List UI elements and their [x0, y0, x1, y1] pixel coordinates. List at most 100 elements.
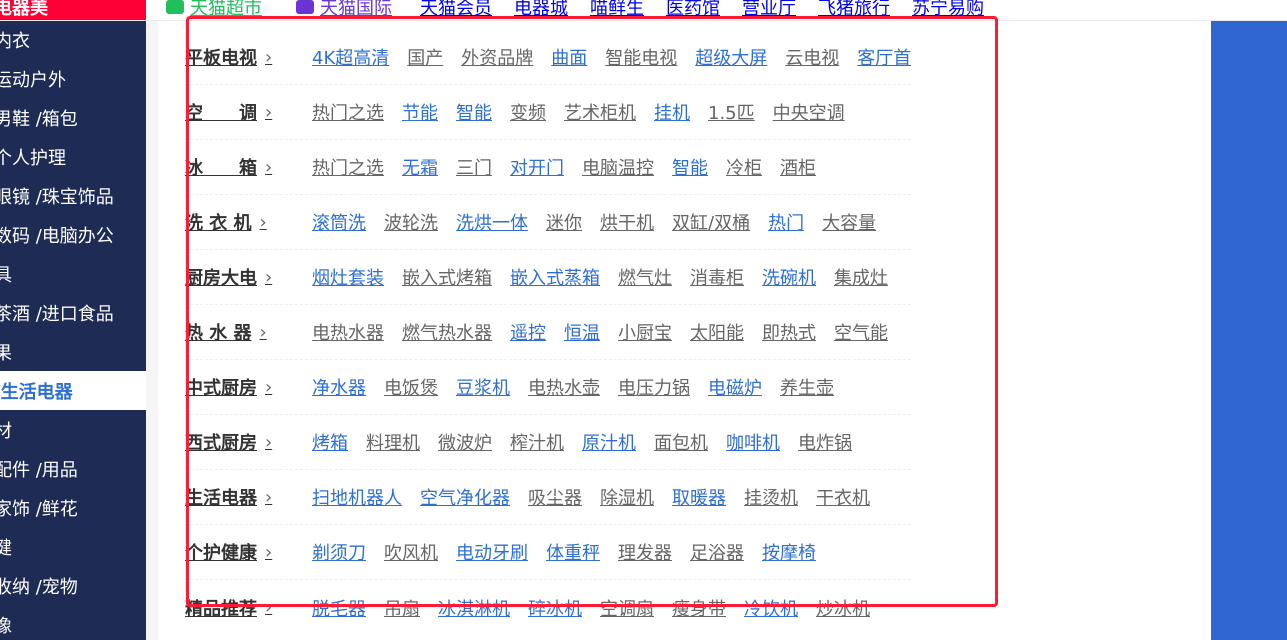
top-link-tmall-global[interactable]: 天猫国际: [290, 0, 398, 19]
category-link[interactable]: 双缸/双桶: [672, 209, 750, 235]
category-link[interactable]: 无霜: [402, 154, 438, 180]
category-heading[interactable]: 空 调 ›: [185, 99, 312, 125]
category-link[interactable]: 电磁炉: [708, 374, 762, 400]
category-link[interactable]: 客厅首选: [857, 44, 911, 70]
category-link[interactable]: 电动牙刷: [456, 539, 528, 565]
sidebar-item[interactable]: 内衣: [0, 20, 146, 59]
category-link[interactable]: 云电视: [785, 44, 839, 70]
sidebar-item[interactable]: 材: [0, 410, 146, 449]
category-link[interactable]: 原汁机: [582, 429, 636, 455]
category-heading[interactable]: 洗 衣 机 ›: [185, 209, 312, 235]
category-link[interactable]: 养生壶: [780, 374, 834, 400]
sidebar-item[interactable]: 配件 /用品: [0, 449, 146, 488]
category-link[interactable]: 电脑温控: [582, 154, 654, 180]
category-link[interactable]: 即热式: [762, 319, 816, 345]
category-heading[interactable]: 个护健康 ›: [185, 539, 312, 565]
category-link[interactable]: 吸尘器: [528, 484, 582, 510]
category-link[interactable]: 大容量: [822, 209, 876, 235]
category-link[interactable]: 变频: [510, 99, 546, 125]
category-link[interactable]: 对开门: [510, 154, 564, 180]
category-link[interactable]: 嵌入式烤箱: [402, 264, 492, 290]
category-link[interactable]: 炒冰机: [816, 595, 870, 621]
category-link[interactable]: 热门之选: [312, 154, 384, 180]
category-heading[interactable]: 生活电器 ›: [185, 484, 312, 510]
category-link[interactable]: 智能电视: [605, 44, 677, 70]
category-link[interactable]: 挂机: [654, 99, 690, 125]
top-link-service-hall[interactable]: 营业厅: [742, 0, 796, 20]
category-link[interactable]: 迷你: [546, 209, 582, 235]
category-link[interactable]: 烟灶套装: [312, 264, 384, 290]
category-link[interactable]: 按摩椅: [762, 539, 816, 565]
sidebar-item[interactable]: 具: [0, 254, 146, 293]
category-link[interactable]: 冰淇淋机: [438, 595, 510, 621]
category-link[interactable]: 嵌入式蒸箱: [510, 264, 600, 290]
category-link[interactable]: 碎冰机: [528, 595, 582, 621]
category-link[interactable]: 国产: [407, 44, 443, 70]
category-heading[interactable]: 精品推荐 ›: [185, 595, 312, 621]
category-link[interactable]: 智能: [456, 99, 492, 125]
top-link-member[interactable]: 天猫会员: [420, 0, 492, 20]
category-link[interactable]: 瘦身带: [672, 595, 726, 621]
category-heading[interactable]: 厨房大电 ›: [185, 264, 312, 290]
category-link[interactable]: 净水器: [312, 374, 366, 400]
category-link[interactable]: 空气能: [834, 319, 888, 345]
category-link[interactable]: 足浴器: [690, 539, 744, 565]
category-link[interactable]: 微波炉: [438, 429, 492, 455]
top-link-travel[interactable]: 飞猪旅行: [818, 0, 890, 20]
top-link-electronics[interactable]: 电器城: [514, 0, 568, 20]
top-link-pharmacy[interactable]: 医药馆: [666, 0, 720, 20]
category-link[interactable]: 电炸锅: [798, 429, 852, 455]
sidebar-item[interactable]: 收纳 /宠物: [0, 566, 146, 605]
category-link[interactable]: 体重秤: [546, 539, 600, 565]
category-link[interactable]: 1.5匹: [708, 99, 755, 125]
category-link[interactable]: 洗烘一体: [456, 209, 528, 235]
category-link[interactable]: 料理机: [366, 429, 420, 455]
category-link[interactable]: 智能: [672, 154, 708, 180]
category-link[interactable]: 干衣机: [816, 484, 870, 510]
category-link[interactable]: 空气净化器: [420, 484, 510, 510]
category-heading[interactable]: 热 水 器 ›: [185, 319, 312, 345]
category-link[interactable]: 冷柜: [726, 154, 762, 180]
category-link[interactable]: 外资品牌: [461, 44, 533, 70]
sidebar-item[interactable]: 男鞋 /箱包: [0, 98, 146, 137]
category-link[interactable]: 遥控: [510, 319, 546, 345]
category-heading[interactable]: 冰 箱 ›: [185, 154, 312, 180]
sidebar-item[interactable]: 家饰 /鲜花: [0, 488, 146, 527]
category-link[interactable]: 小厨宝: [618, 319, 672, 345]
category-link[interactable]: 洗碗机: [762, 264, 816, 290]
category-link[interactable]: 理发器: [618, 539, 672, 565]
category-link[interactable]: 中央空调: [773, 99, 845, 125]
category-link[interactable]: 波轮洗: [384, 209, 438, 235]
category-link[interactable]: 三门: [456, 154, 492, 180]
category-link[interactable]: 冷饮机: [744, 595, 798, 621]
category-link[interactable]: 烘干机: [600, 209, 654, 235]
sidebar-item[interactable]: 个人护理: [0, 137, 146, 176]
sidebar-item[interactable]: 果: [0, 332, 146, 371]
category-link[interactable]: 面包机: [654, 429, 708, 455]
category-heading[interactable]: 西式厨房 ›: [185, 429, 312, 455]
category-link[interactable]: 超级大屏: [695, 44, 767, 70]
top-link-tmall-supermarket[interactable]: 天猫超市: [160, 0, 268, 19]
category-link[interactable]: 燃气热水器: [402, 319, 492, 345]
category-link[interactable]: 热门之选: [312, 99, 384, 125]
category-link[interactable]: 酒柜: [780, 154, 816, 180]
category-link[interactable]: 电热水壶: [528, 374, 600, 400]
sidebar-item[interactable]: 运动户外: [0, 59, 146, 98]
sidebar-item[interactable]: 健: [0, 527, 146, 566]
category-link[interactable]: 滚筒洗: [312, 209, 366, 235]
sidebar-item[interactable]: 眼镜 /珠宝饰品: [0, 176, 146, 215]
sidebar-item[interactable]: 像: [0, 605, 146, 640]
category-link[interactable]: 空调扇: [600, 595, 654, 621]
category-link[interactable]: 曲面: [551, 44, 587, 70]
category-link[interactable]: 吹风机: [384, 539, 438, 565]
category-link[interactable]: 剃须刀: [312, 539, 366, 565]
category-link[interactable]: 燃气灶: [618, 264, 672, 290]
category-link[interactable]: 电热水器: [312, 319, 384, 345]
category-link[interactable]: 太阳能: [690, 319, 744, 345]
category-link[interactable]: 消毒柜: [690, 264, 744, 290]
sidebar-item[interactable]: 茶酒 /进口食品: [0, 293, 146, 332]
sidebar-item[interactable]: 数码 /电脑办公: [0, 215, 146, 254]
category-link[interactable]: 4K超高清: [312, 44, 389, 70]
category-link[interactable]: 挂烫机: [744, 484, 798, 510]
category-heading[interactable]: 中式厨房 ›: [185, 374, 312, 400]
